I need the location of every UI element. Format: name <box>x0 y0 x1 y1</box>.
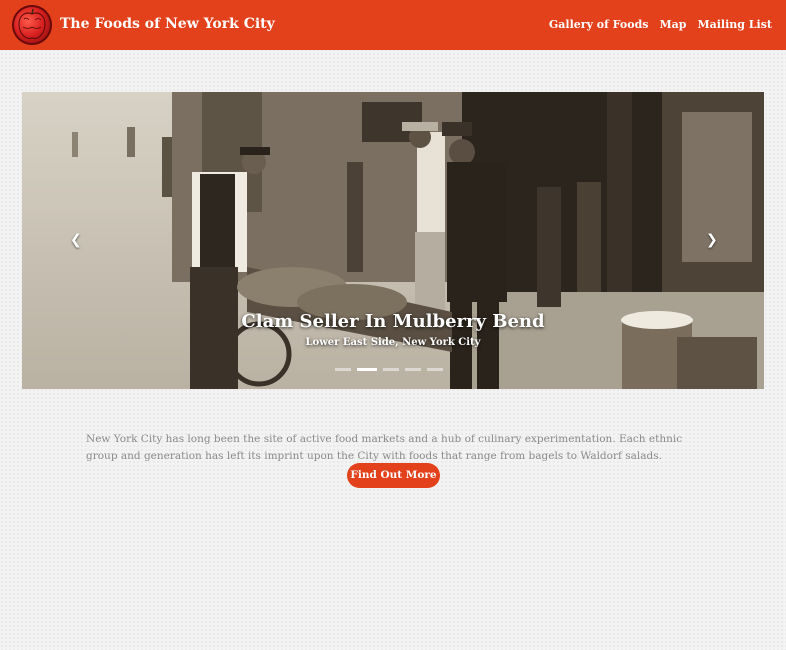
chevron-right-icon[interactable]: ❯ <box>706 232 718 248</box>
carousel-indicator[interactable] <box>427 368 443 371</box>
find-out-more-button[interactable]: Find Out More <box>347 463 440 488</box>
hero-carousel[interactable]: ❮ ❯ Clam Seller In Mulberry Bend Lower E… <box>22 92 764 389</box>
nav-mailing-list[interactable]: Mailing List <box>697 18 772 31</box>
carousel-indicator[interactable] <box>405 368 421 371</box>
carousel-indicators <box>335 368 443 371</box>
apple-logo-icon[interactable] <box>12 5 52 45</box>
intro-paragraph: New York City has long been the site of … <box>86 432 683 462</box>
carousel-indicator-active[interactable] <box>357 368 377 371</box>
carousel-indicator[interactable] <box>383 368 399 371</box>
navbar: The Foods of New York City Gallery of Fo… <box>0 0 786 50</box>
chevron-left-icon[interactable]: ❮ <box>70 232 82 248</box>
nav-map[interactable]: Map <box>659 18 686 31</box>
carousel-caption-subtitle: Lower East Side, New York City <box>305 337 481 348</box>
carousel-caption-title: Clam Seller In Mulberry Bend <box>241 311 545 332</box>
main-nav: Gallery of Foods Map Mailing List <box>549 18 772 31</box>
site-title[interactable]: The Foods of New York City <box>60 16 275 32</box>
nav-gallery-of-foods[interactable]: Gallery of Foods <box>549 18 649 31</box>
carousel-indicator[interactable] <box>335 368 351 371</box>
